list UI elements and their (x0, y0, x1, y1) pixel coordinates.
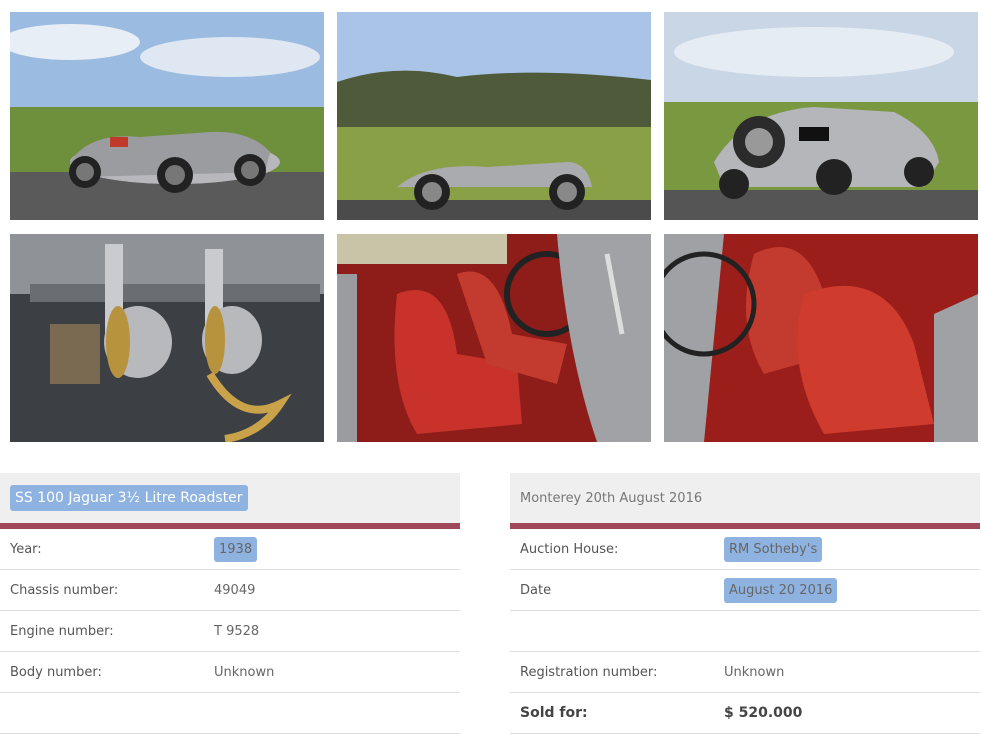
detail-row-year: Year: 1938 (0, 529, 460, 570)
detail-value: 49049 (214, 582, 256, 598)
detail-row-empty (510, 611, 980, 652)
auction-details-header: Monterey 20th August 2016 (510, 473, 980, 529)
detail-label: Auction House: (520, 541, 619, 557)
detail-label: Date (520, 582, 552, 598)
photo-interior-red-seats[interactable] (664, 234, 978, 442)
year-value-badge[interactable]: 1938 (214, 536, 258, 562)
car-details-panel: SS 100 Jaguar 3½ Litre Roadster Year: 19… (0, 473, 460, 734)
auction-details-panel: Monterey 20th August 2016 Auction House:… (510, 473, 980, 734)
auction-title: Monterey 20th August 2016 (520, 490, 703, 506)
detail-row-body: Body number: Unknown (0, 652, 460, 693)
detail-label: Year: (10, 541, 42, 557)
car-title[interactable]: SS 100 Jaguar 3½ Litre Roadster (10, 485, 248, 511)
detail-label: Sold for: (520, 705, 588, 721)
detail-label: Registration number: (520, 664, 658, 680)
detail-label: Chassis number: (10, 582, 119, 598)
date-badge[interactable]: August 20 2016 (724, 577, 838, 603)
photo-gallery (10, 12, 978, 443)
photo-front-three-quarter[interactable] (10, 12, 324, 220)
detail-row-chassis: Chassis number: 49049 (0, 570, 460, 611)
photo-interior-seats[interactable] (337, 234, 651, 442)
detail-label: Body number: (10, 664, 102, 680)
photo-engine-bay[interactable] (10, 234, 324, 442)
detail-row-registration: Registration number: Unknown (510, 652, 980, 693)
detail-row-date: Date August 20 2016 (510, 570, 980, 611)
detail-value: Unknown (724, 664, 785, 680)
detail-value: T 9528 (214, 623, 260, 639)
car-details-header: SS 100 Jaguar 3½ Litre Roadster (0, 473, 460, 529)
detail-row-empty (0, 693, 460, 734)
photo-side-profile[interactable] (337, 12, 651, 220)
detail-label: Engine number: (10, 623, 114, 639)
sold-price: $ 520.000 (724, 705, 803, 721)
detail-row-engine: Engine number: T 9528 (0, 611, 460, 652)
photo-rear-three-quarter[interactable] (664, 12, 978, 220)
detail-value: Unknown (214, 664, 275, 680)
auction-house-badge[interactable]: RM Sotheby's (724, 536, 823, 562)
detail-row-sold-for: Sold for: $ 520.000 (510, 693, 980, 734)
detail-row-auction-house: Auction House: RM Sotheby's (510, 529, 980, 570)
